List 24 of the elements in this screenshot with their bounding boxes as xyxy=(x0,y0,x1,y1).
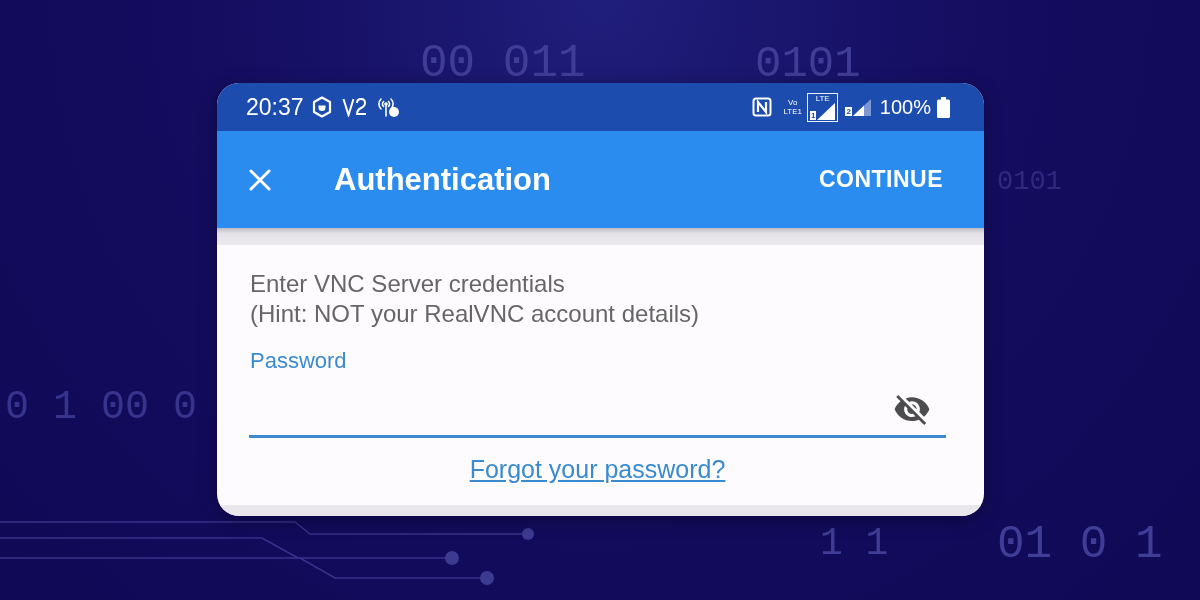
signal-icon xyxy=(852,98,871,116)
broadcast-icon xyxy=(375,96,400,118)
sim-number: 2 xyxy=(845,106,852,116)
battery-icon xyxy=(937,96,950,118)
signal-icon xyxy=(817,102,836,120)
network-type-label: LTE xyxy=(815,94,830,103)
eye-off-icon[interactable] xyxy=(893,395,931,425)
continue-button[interactable]: CONTINUE xyxy=(818,166,943,193)
battery-percentage: 100% xyxy=(879,97,931,117)
clock-time: 20:37 xyxy=(246,95,304,119)
hexagon-icon xyxy=(311,96,332,118)
screen-title: Authentication xyxy=(334,161,551,198)
background-digits: 01 0 1 xyxy=(997,522,1163,568)
background-digits: 1 1 xyxy=(820,525,889,563)
forgot-password-link[interactable]: Forgot your password? xyxy=(469,454,726,484)
instruction-text: (Hint: NOT your RealVNC account details) xyxy=(250,299,700,329)
call-status-icon xyxy=(341,97,368,117)
volte-label: LTE1 xyxy=(783,107,802,116)
volte-label: Vo xyxy=(788,98,798,107)
instruction-text: Enter VNC Server credentials xyxy=(250,269,565,299)
password-label: Password xyxy=(249,349,347,373)
close-icon[interactable] xyxy=(248,167,272,192)
nfc-icon xyxy=(752,97,773,117)
sim-number: 1 xyxy=(809,110,817,120)
